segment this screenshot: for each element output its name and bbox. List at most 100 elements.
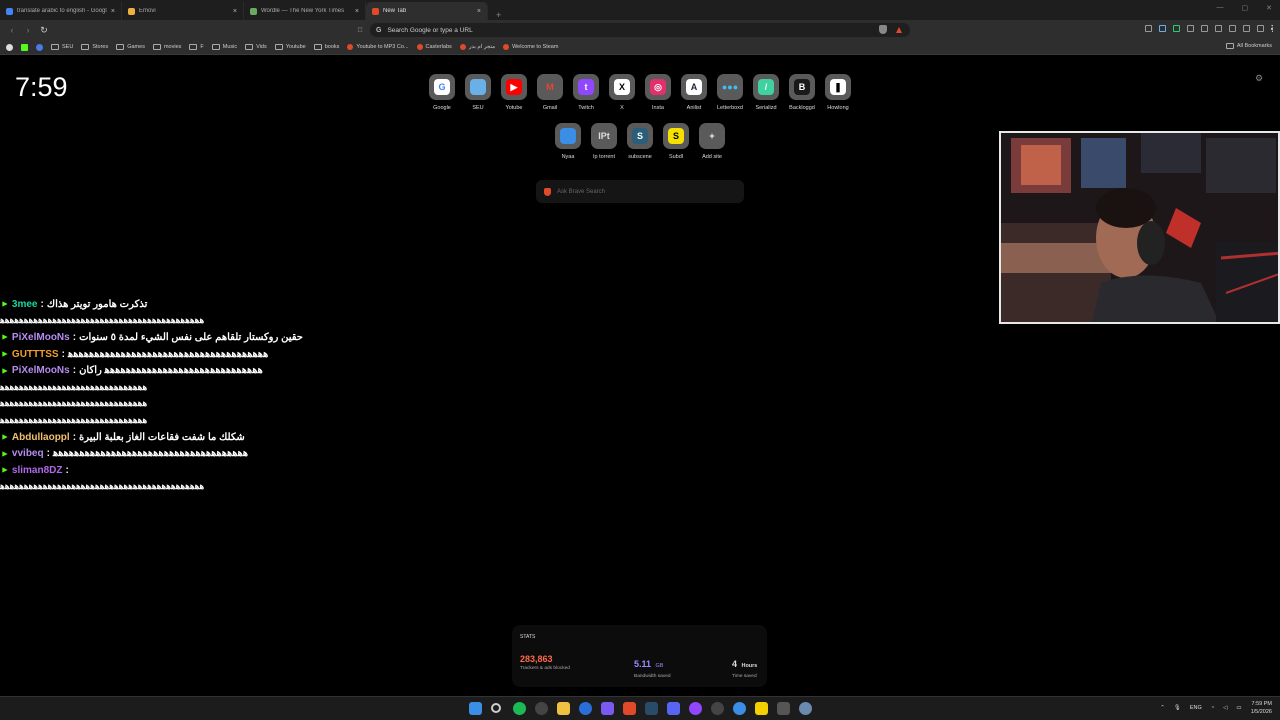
app-icon[interactable] xyxy=(579,702,592,715)
chevron-up-icon[interactable]: ⌃ xyxy=(1160,705,1165,711)
discord-icon[interactable] xyxy=(667,702,680,715)
bookmark-item[interactable]: Stores xyxy=(81,44,108,50)
kick-icon[interactable] xyxy=(21,43,28,51)
brave-search-box[interactable]: Ask Brave Search xyxy=(536,180,744,203)
bookmark-item[interactable]: Vids xyxy=(245,44,267,50)
top-site-13[interactable]: IPt Ip torrent xyxy=(587,123,621,160)
language-indicator[interactable]: ENG xyxy=(1190,705,1202,711)
app-icon[interactable] xyxy=(535,702,548,715)
bookmark-item[interactable]: Youtube xyxy=(274,44,306,50)
battery-icon[interactable]: ▭ xyxy=(1236,705,1241,711)
forward-icon[interactable]: › xyxy=(20,25,36,35)
top-site-1[interactable]: SEU xyxy=(461,74,495,111)
bookmark-icon[interactable] xyxy=(36,43,43,51)
top-site-3[interactable]: M Gmail xyxy=(533,74,567,111)
tab-close-icon[interactable]: × xyxy=(111,8,115,15)
settings-gear-icon[interactable]: ⚙ xyxy=(1255,73,1263,84)
tab-close-icon[interactable]: × xyxy=(477,8,481,15)
wifi-icon[interactable]: ◔ xyxy=(1211,705,1214,711)
bookmark-item[interactable]: books xyxy=(313,44,339,50)
vpn-icon[interactable] xyxy=(1257,25,1264,32)
tab-0[interactable]: translate arabic to english - Google × xyxy=(0,2,122,20)
minimize-icon[interactable]: — xyxy=(1217,4,1224,12)
microphone-icon[interactable]: 🎙 xyxy=(1174,705,1181,711)
bookmark-item[interactable]: متجر ام بدر xyxy=(459,44,495,50)
top-site-5[interactable]: XX xyxy=(605,74,639,111)
top-site-12[interactable]: Nyaa xyxy=(551,123,585,160)
site-favicon-icon xyxy=(416,44,423,50)
app-icon[interactable] xyxy=(777,702,790,715)
app-icon[interactable] xyxy=(711,702,724,715)
extension-icon[interactable] xyxy=(1159,25,1166,32)
tab-close-icon[interactable]: × xyxy=(355,8,359,15)
reload-icon[interactable]: ↻ xyxy=(36,25,52,36)
bookmark-icon[interactable]: ⌑ xyxy=(352,25,368,36)
volume-icon[interactable]: ◁ xyxy=(1223,705,1227,711)
extension-icon[interactable] xyxy=(1173,25,1180,32)
site-logo-icon: ◎ xyxy=(650,79,666,95)
app-icon[interactable] xyxy=(601,702,614,715)
menu-icon[interactable] xyxy=(1271,25,1274,32)
obs-icon[interactable] xyxy=(689,702,702,715)
tab-3[interactable]: New Tab × xyxy=(366,2,488,20)
search-icon[interactable] xyxy=(491,703,501,713)
top-site-2[interactable]: ▶ Yotube xyxy=(497,74,531,111)
top-site-4[interactable]: t Twitch xyxy=(569,74,603,111)
settings-icon[interactable] xyxy=(799,702,812,715)
bookmark-item[interactable]: Youtube to MP3 Co... xyxy=(347,44,409,50)
chat-message-text: ﻫﻫﻫﻫﻫﻫﻫﻫﻫﻫﻫﻫﻫﻫﻫﻫﻫﻫﻫﻫﻫﻫﻫﻫﻫﻫﻫﻫﻫﻫﻫﻫﻫﻫﻫﻫﻫﻫﻫﻫ… xyxy=(0,481,206,492)
all-bookmarks[interactable]: All Bookmarks xyxy=(1225,43,1272,49)
top-site-6[interactable]: ◎ Insta xyxy=(641,74,675,111)
bookmark-item[interactable]: Casterlabs xyxy=(416,44,452,50)
chat-colon: : xyxy=(72,331,77,343)
tab-1[interactable]: Emovi × xyxy=(122,2,244,20)
site-label: Subdl xyxy=(668,154,684,160)
taskbar-clock[interactable]: 7:59 PM 1/5/2026 xyxy=(1251,700,1272,716)
spotify-icon[interactable] xyxy=(513,702,526,715)
new-tab-button[interactable]: + xyxy=(488,10,509,20)
top-site-7[interactable]: A Anilist xyxy=(677,74,711,111)
top-site-8[interactable]: ●●● Letterboxd xyxy=(713,74,747,111)
brave-shield-icon[interactable] xyxy=(879,25,887,34)
address-bar[interactable]: G Search Google or type a URL xyxy=(370,23,910,37)
top-site-11[interactable]: ❚ Howlong xyxy=(821,74,855,111)
tab-close-icon[interactable]: × xyxy=(233,8,237,15)
site-logo-icon: + xyxy=(704,128,720,144)
back-icon[interactable]: ‹ xyxy=(4,25,20,35)
top-site-0[interactable]: G Google xyxy=(425,74,459,111)
close-window-icon[interactable]: ✕ xyxy=(1266,4,1272,12)
start-menu-icon[interactable] xyxy=(469,702,482,715)
wallet-icon[interactable] xyxy=(1243,25,1250,32)
bookmark-icon[interactable] xyxy=(6,43,13,51)
app-icon[interactable] xyxy=(755,702,768,715)
site-label: Nyaa xyxy=(561,154,575,160)
brave-taskbar-icon[interactable] xyxy=(623,702,636,715)
top-site-14[interactable]: Ssubscene xyxy=(623,123,657,160)
extension-icon[interactable] xyxy=(1201,25,1208,32)
chat-message-text: ﻫﻫﻫﻫﻫﻫﻫﻫﻫﻫﻫﻫﻫﻫﻫﻫﻫﻫﻫﻫﻫﻫﻫﻫﻫﻫﻫﻫﻫﻫﻫﻫﻫﻫﻫﻫﻫ xyxy=(52,448,249,460)
top-site-9[interactable]: / Serializd xyxy=(749,74,783,111)
tab-2[interactable]: Wordle — The New York Times × xyxy=(244,2,366,20)
sidebar-icon[interactable] xyxy=(1229,25,1236,32)
bookmark-item[interactable]: Games xyxy=(116,44,145,50)
top-site-15[interactable]: S Subdl xyxy=(659,123,693,160)
extension-icon[interactable] xyxy=(1145,25,1152,32)
app-icon[interactable] xyxy=(733,702,746,715)
steam-icon[interactable] xyxy=(645,702,658,715)
chat-message-text: شكلك ما شفت فقاعات الغاز بعلبة البيرة xyxy=(79,431,245,443)
maximize-icon[interactable]: ▢ xyxy=(1242,4,1249,12)
file-explorer-icon[interactable] xyxy=(557,702,570,715)
folder-icon xyxy=(245,44,254,50)
bookmark-item[interactable]: F xyxy=(189,44,204,50)
top-site-10[interactable]: B Backloggd xyxy=(785,74,819,111)
site-tile xyxy=(555,123,581,149)
extension-icon[interactable] xyxy=(1215,25,1222,32)
bookmark-item[interactable]: movies xyxy=(152,44,181,50)
extension-icon[interactable] xyxy=(1187,25,1194,32)
bookmark-item[interactable]: Music xyxy=(211,44,237,50)
site-label: Serializd xyxy=(755,105,777,111)
bookmark-item[interactable]: Welcome to Steam xyxy=(503,44,558,50)
top-site-16[interactable]: + Add site xyxy=(695,123,729,160)
bookmark-item[interactable]: SEU xyxy=(51,44,73,50)
chat-message: ▼ sliman8DZ: xyxy=(0,462,420,479)
